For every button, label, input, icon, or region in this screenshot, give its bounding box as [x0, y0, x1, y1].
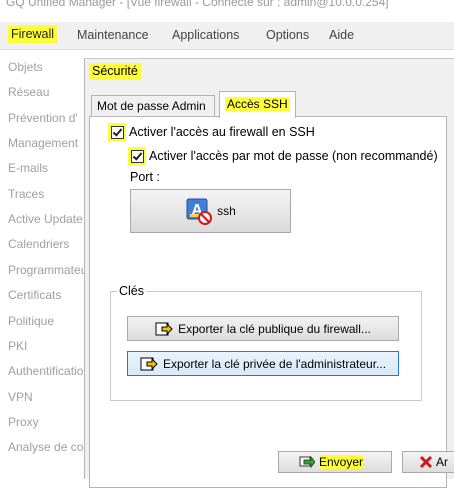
- sidebar-item-prevention[interactable]: Prévention d': [8, 111, 78, 125]
- send-icon: [299, 455, 315, 469]
- menu-maintenance[interactable]: Maintenance: [77, 28, 149, 42]
- sidebar-item-objets[interactable]: Objets: [8, 60, 43, 74]
- keys-groupbox: Clés Exporter la clé publique du firewal…: [110, 284, 422, 401]
- cancel-button[interactable]: Ar: [402, 451, 454, 473]
- port-label: Port :: [130, 170, 160, 184]
- sidebar-item-analyse[interactable]: Analyse de co: [8, 440, 83, 454]
- sidebar-item-calendriers[interactable]: Calendriers: [8, 237, 69, 251]
- sidebar: Objets Réseau Prévention d' Management E…: [0, 50, 85, 469]
- port-selector-button[interactable]: A ssh: [130, 189, 291, 233]
- sidebar-item-emails[interactable]: E-mails: [8, 161, 48, 175]
- sidebar-item-traces[interactable]: Traces: [8, 187, 44, 201]
- tab-admin-password[interactable]: Mot de passe Admin: [91, 95, 215, 118]
- sidebar-item-active-update[interactable]: Active Update: [8, 212, 83, 226]
- password-enable-label: Activer l'accès par mot de passe (non re…: [149, 149, 438, 163]
- export-public-key-button[interactable]: Exporter la clé publique du firewall...: [127, 316, 399, 341]
- menu-applications[interactable]: Applications: [172, 28, 239, 42]
- sidebar-item-reseau[interactable]: Réseau: [8, 85, 49, 99]
- export-public-key-label: Exporter la clé publique du firewall...: [178, 321, 371, 336]
- ssh-enable-row[interactable]: Activer l'accès au firewall en SSH: [108, 123, 315, 141]
- dialog-title: Sécurité: [89, 63, 141, 80]
- password-enable-row[interactable]: Activer l'accès par mot de passe (non re…: [128, 147, 438, 165]
- export-private-key-button[interactable]: Exporter la clé privée de l'administrate…: [127, 351, 399, 376]
- cancel-icon: [419, 455, 433, 469]
- send-button[interactable]: Envoyer: [278, 451, 392, 473]
- cancel-label: Ar: [436, 455, 448, 469]
- window-title: GQ Unified Manager - [Vue firewall - Con…: [6, 0, 389, 9]
- password-enable-checkbox[interactable]: [128, 147, 146, 165]
- security-dialog: Sécurité Mot de passe Admin Accès SSH Ac…: [84, 58, 454, 488]
- menu-firewall[interactable]: Firewall: [8, 25, 58, 43]
- window-title-bar: GQ Unified Manager - [Vue firewall - Con…: [0, 0, 454, 20]
- export-private-key-label: Exporter la clé privée de l'administrate…: [162, 356, 387, 371]
- export-key-icon: [140, 357, 158, 370]
- sidebar-item-certificats[interactable]: Certificats: [8, 288, 61, 302]
- tab-admin-password-label: Mot de passe Admin: [97, 99, 206, 113]
- menu-options[interactable]: Options: [266, 28, 309, 42]
- export-key-icon: [155, 322, 173, 335]
- keys-legend: Clés: [117, 284, 147, 298]
- ssh-enable-checkbox[interactable]: [108, 123, 126, 141]
- sidebar-item-politique[interactable]: Politique: [8, 314, 54, 328]
- send-label: Envoyer: [319, 455, 364, 469]
- menu-bar: Firewall Maintenance Applications Option…: [0, 22, 454, 50]
- sidebar-item-vpn[interactable]: VPN: [8, 390, 33, 404]
- menu-aide[interactable]: Aide: [329, 28, 354, 42]
- sidebar-item-programmateur[interactable]: Programmateu: [8, 263, 85, 277]
- port-value: ssh: [217, 204, 236, 218]
- sidebar-item-proxy[interactable]: Proxy: [8, 415, 39, 429]
- tab-bar: Mot de passe Admin Accès SSH: [89, 91, 454, 118]
- sidebar-item-authentification[interactable]: Authentificatio: [8, 364, 83, 378]
- sidebar-item-management[interactable]: Management: [8, 136, 78, 150]
- tab-ssh-access-label: Accès SSH: [225, 97, 290, 111]
- sidebar-item-pki[interactable]: PKI: [8, 339, 27, 353]
- ssh-enable-label: Activer l'accès au firewall en SSH: [129, 125, 315, 139]
- ssh-app-icon: A: [186, 198, 213, 225]
- tab-ssh-access[interactable]: Accès SSH: [219, 91, 296, 118]
- ssh-tab-panel: Activer l'accès au firewall en SSH Activ…: [89, 116, 447, 488]
